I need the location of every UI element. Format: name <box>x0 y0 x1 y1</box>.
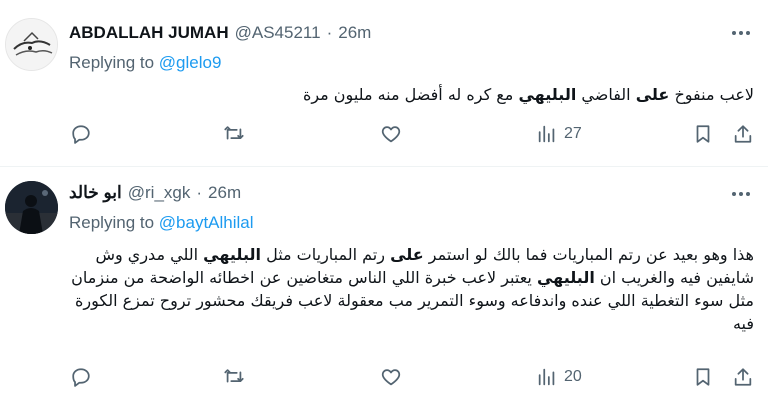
retweet-icon <box>224 369 244 383</box>
bookmark-button[interactable] <box>692 123 714 145</box>
heart-icon <box>381 126 401 143</box>
views-count: 20 <box>564 368 582 385</box>
timestamp[interactable]: 26m <box>208 183 241 203</box>
replying-prefix: Replying to <box>69 213 155 232</box>
share-icon <box>734 125 752 143</box>
highlight-term: على <box>390 245 424 264</box>
highlight-term: البليهي <box>518 85 577 104</box>
views-button[interactable]: 20 <box>536 366 582 388</box>
text-segment: رتم المباريات مثل <box>260 245 391 264</box>
speech-bubble-icon <box>72 368 90 387</box>
highlight-term: البليهي <box>536 268 595 287</box>
tweet-header: ABDALLAH JUMAH @AS45211 · 26m <box>69 22 371 44</box>
bar-chart-icon <box>538 125 555 143</box>
more-dots-icon[interactable] <box>730 22 752 44</box>
reply-button[interactable] <box>70 123 92 145</box>
like-button[interactable] <box>380 123 402 145</box>
tweet-text: هذا وهو بعيد عن رتم المباريات فما بالك ل… <box>64 243 754 335</box>
highlight-term: على <box>635 85 670 104</box>
tweet[interactable]: ابو خالد @ri_xgk · 26m Replying to @bayt… <box>0 166 768 415</box>
text-segment: هذا وهو بعيد عن رتم المباريات فما بالك ل… <box>423 245 754 264</box>
user-handle[interactable]: @ri_xgk <box>128 183 191 203</box>
highlight-term: البليهي <box>203 245 261 264</box>
retweet-icon <box>224 126 244 140</box>
bar-chart-icon <box>538 368 555 386</box>
tweet-header: ابو خالد @ri_xgk · 26m <box>69 182 241 204</box>
avatar[interactable] <box>5 18 58 71</box>
views-count: 27 <box>564 125 582 142</box>
action-bar: 20 <box>0 362 768 392</box>
drawing-avatar-icon <box>6 19 57 70</box>
mention-link[interactable]: @glelo9 <box>159 53 222 72</box>
speech-bubble-icon <box>72 125 90 144</box>
bookmark-icon <box>696 125 710 143</box>
replying-to: Replying to @glelo9 <box>69 53 221 73</box>
user-handle[interactable]: @AS45211 <box>235 23 321 43</box>
replying-to: Replying to @baytAlhilal <box>69 213 254 233</box>
replying-prefix: Replying to <box>69 53 155 72</box>
retweet-button[interactable] <box>223 123 245 145</box>
dark-photo-avatar-icon <box>5 181 58 234</box>
avatar[interactable] <box>5 181 58 234</box>
more-dots-icon[interactable] <box>730 183 752 205</box>
text-segment: لاعب منفوخ <box>669 85 754 104</box>
share-button[interactable] <box>732 123 754 145</box>
views-button[interactable]: 27 <box>536 123 582 145</box>
separator-dot: · <box>196 183 203 202</box>
text-segment: مع كره له أفضل منه مليون مرة <box>302 85 519 104</box>
tweet[interactable]: ABDALLAH JUMAH @AS45211 · 26m Replying t… <box>0 0 768 166</box>
mention-link[interactable]: @baytAlhilal <box>159 213 254 232</box>
tweet-text: لاعب منفوخ على الفاضي البليهي مع كره له … <box>154 83 754 106</box>
display-name[interactable]: ابو خالد <box>69 183 122 203</box>
timestamp[interactable]: 26m <box>338 23 371 43</box>
text-segment: الفاضي <box>576 85 636 104</box>
heart-icon <box>381 369 401 386</box>
action-bar: 27 <box>0 119 768 149</box>
share-button[interactable] <box>732 366 754 388</box>
separator-dot: · <box>326 23 333 42</box>
display-name[interactable]: ABDALLAH JUMAH <box>69 23 229 43</box>
bookmark-button[interactable] <box>692 366 714 388</box>
reply-button[interactable] <box>70 366 92 388</box>
like-button[interactable] <box>380 366 402 388</box>
bookmark-icon <box>696 368 710 386</box>
share-icon <box>734 368 752 386</box>
retweet-button[interactable] <box>223 366 245 388</box>
